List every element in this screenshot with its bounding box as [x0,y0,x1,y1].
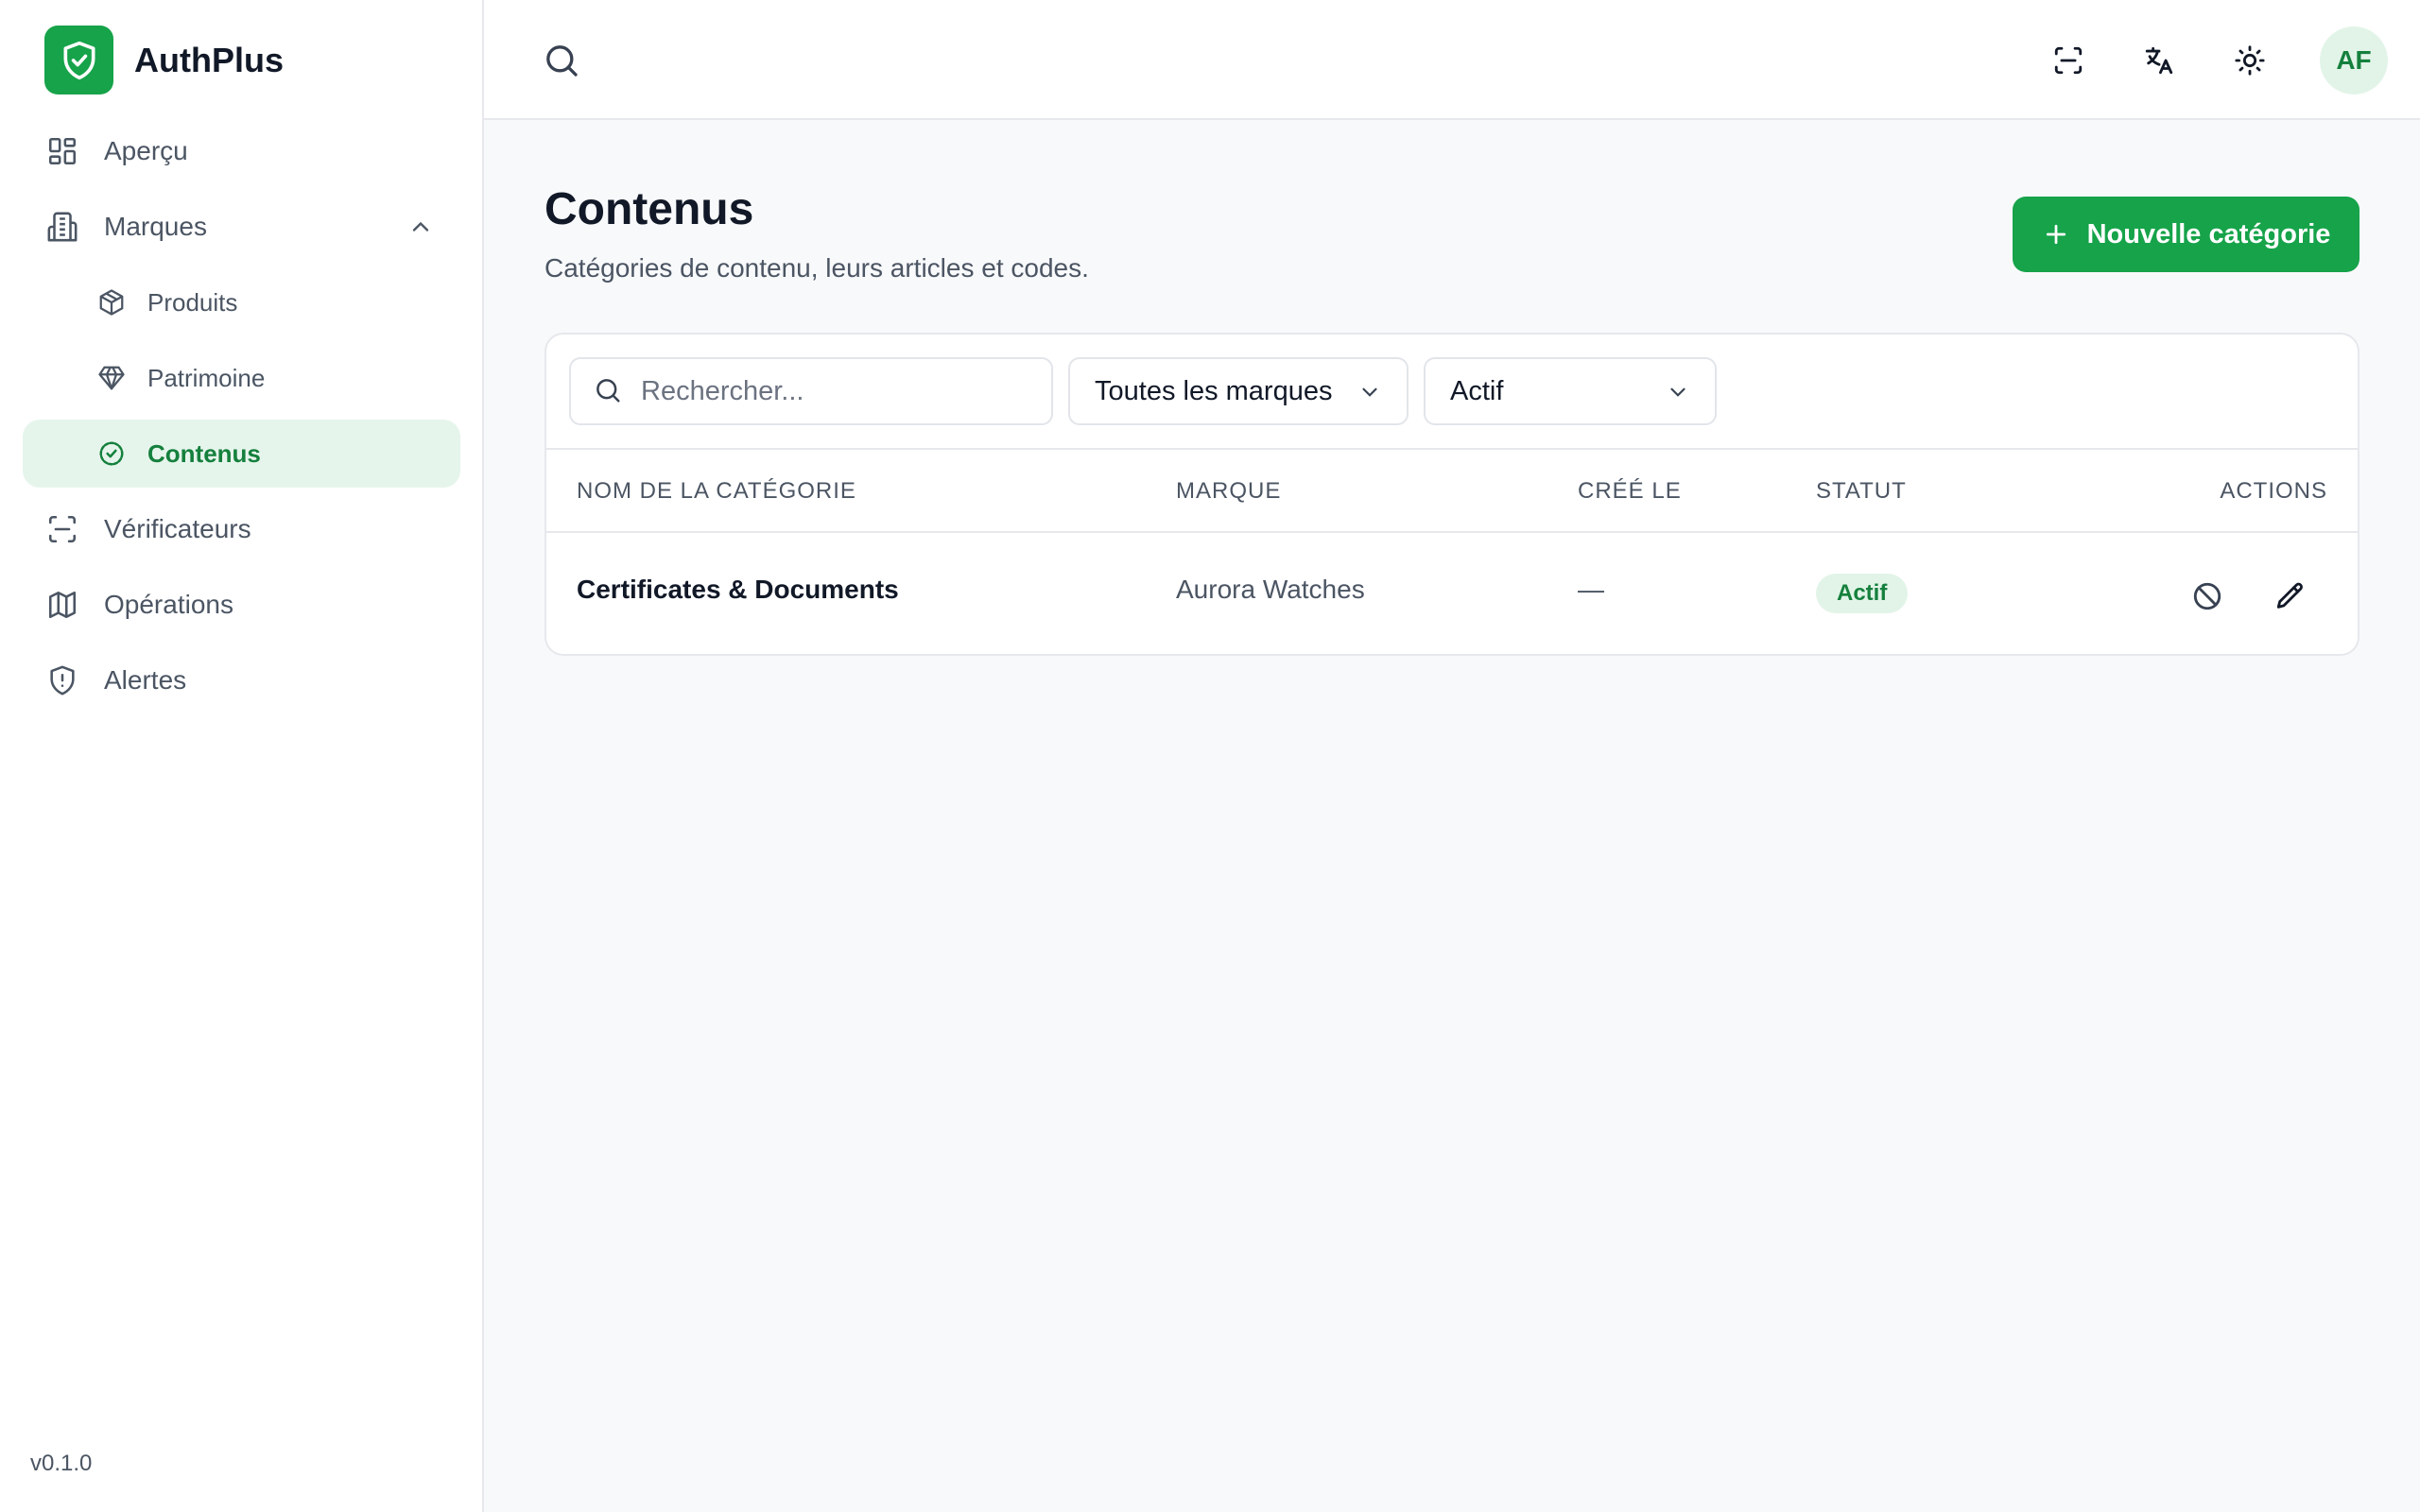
new-category-label: Nouvelle catégorie [2086,218,2331,249]
sidebar-item-label: Opérations [104,590,233,619]
sidebar-item-verificateurs[interactable]: Vérificateurs [23,495,460,563]
chevron-down-icon [1357,380,1382,404]
page-title: Contenus [544,184,754,234]
scan-icon[interactable] [2048,40,2089,81]
building-icon [45,210,79,244]
sidebar-nav: Aperçu Marques Produits Patrimoine Conte… [23,117,460,722]
sidebar-item-alertes[interactable]: Alertes [23,646,460,714]
translate-icon[interactable] [2138,40,2180,81]
sidebar-item-produits[interactable]: Produits [23,268,460,336]
status-badge: Actif [1816,574,1909,613]
topbar-actions: AF [2048,26,2388,94]
app-version: v0.1.0 [30,1451,93,1476]
search-field[interactable] [569,357,1053,425]
table-header: NOM DE LA CATÉGORIE MARQUE CRÉÉ LE STATU… [546,448,2358,533]
category-created: — [1578,575,1604,604]
sidebar-item-label: Produits [147,287,238,317]
sidebar-item-label: Marques [104,212,207,241]
plus-icon [2042,220,2070,249]
brand-filter-select[interactable]: Toutes les marques [1068,357,1409,425]
categories-card: Toutes les marques Actif NOM DE LA CATÉG… [544,333,2360,656]
sidebar-item-contenus[interactable]: Contenus [23,420,460,488]
column-header-status[interactable]: STATUT [1816,478,1907,505]
column-header-actions: ACTIONS [2220,478,2327,504]
category-name[interactable]: Certificates & Documents [577,575,899,605]
filters-bar: Toutes les marques Actif [569,357,1717,425]
sidebar-item-label: Aperçu [104,136,188,165]
sidebar-item-label: Contenus [147,438,261,468]
sidebar-item-patrimoine[interactable]: Patrimoine [23,344,460,412]
app-name: AuthPlus [134,40,284,79]
avatar[interactable]: AF [2320,26,2388,94]
disable-icon[interactable] [2191,580,2223,612]
check-circle-icon [96,438,127,469]
sidebar-item-apercu[interactable]: Aperçu [23,117,460,185]
edit-icon[interactable] [2274,580,2307,612]
sidebar-item-label: Patrimoine [147,363,266,392]
gem-icon [96,363,127,393]
sidebar-item-marques[interactable]: Marques [23,193,460,261]
status-filter-value: Actif [1450,375,1504,406]
shield-alert-icon [45,663,79,697]
package-icon [96,287,127,318]
shield-check-logo-icon [44,26,113,94]
table-row[interactable]: Certificates & Documents Aurora Watches … [546,533,2358,656]
map-icon [45,588,79,622]
column-header-name[interactable]: NOM DE LA CATÉGORIE [577,478,856,505]
chevron-up-icon[interactable] [407,214,434,240]
sidebar-item-operations[interactable]: Opérations [23,571,460,639]
chevron-down-icon [1666,380,1690,404]
status-filter-select[interactable]: Actif [1424,357,1717,425]
sidebar: AuthPlus Aperçu Marques Produits Patrimo… [0,0,484,1512]
brand-filter-value: Toutes les marques [1095,375,1333,406]
new-category-button[interactable]: Nouvelle catégorie [2013,197,2360,272]
sidebar-item-label: Vérificateurs [104,514,251,543]
brand[interactable]: AuthPlus [44,26,284,94]
dashboard-icon [45,134,79,168]
sidebar-item-label: Alertes [104,665,187,695]
search-icon[interactable] [543,42,580,79]
category-brand: Aurora Watches [1176,575,1365,604]
topbar: AF [484,0,2420,120]
column-header-brand[interactable]: MARQUE [1176,478,1281,505]
search-input[interactable] [641,375,1038,407]
scan-icon [45,512,79,546]
sun-icon[interactable] [2229,40,2271,81]
column-header-created[interactable]: CRÉÉ LE [1578,478,1682,505]
page-subtitle: Catégories de contenu, leurs articles et… [544,253,1089,283]
search-icon [594,376,624,406]
